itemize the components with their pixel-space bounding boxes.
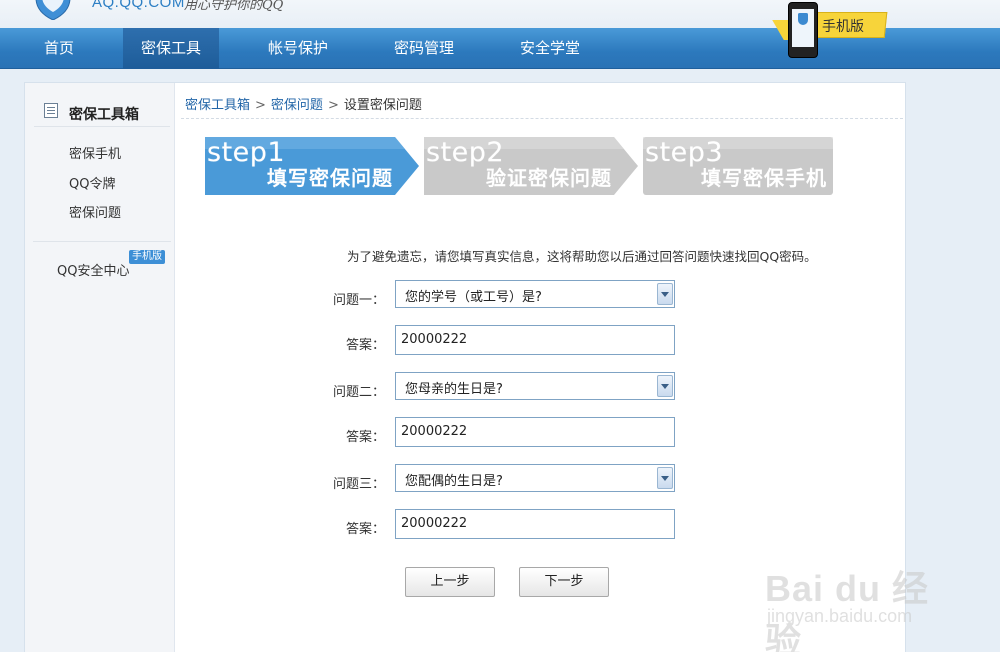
answer-1-input[interactable]: 20000222 bbox=[395, 325, 675, 355]
breadcrumb-current: 设置密保问题 bbox=[343, 98, 422, 113]
answer-2-input[interactable]: 20000222 bbox=[395, 417, 675, 447]
step-1: step1 填写密保问题 bbox=[205, 137, 421, 195]
next-step-button[interactable]: 下一步 bbox=[519, 567, 609, 597]
sidebar-item-qq-token[interactable]: QQ令牌 bbox=[69, 173, 115, 192]
nav-security-tools[interactable]: 密保工具 bbox=[123, 28, 219, 69]
mobile-badge: 手机版 bbox=[129, 250, 165, 264]
sidebar-item-security-phone[interactable]: 密保手机 bbox=[69, 143, 121, 162]
question-3-select[interactable]: 您配偶的生日是? bbox=[395, 464, 675, 492]
step-2-title: 验证密保问题 bbox=[486, 166, 612, 190]
prev-step-button[interactable]: 上一步 bbox=[405, 567, 495, 597]
breadcrumb-separator: > bbox=[327, 98, 339, 113]
question-3-selected: 您配偶的生日是? bbox=[405, 474, 503, 489]
breadcrumb-toolbox[interactable]: 密保工具箱 bbox=[185, 98, 250, 113]
breadcrumb-separator: > bbox=[255, 98, 266, 113]
baidu-watermark: Bai du 经验 jingyan.baidu.com bbox=[765, 560, 965, 652]
sidebar-item-security-question[interactable]: 密保问题 bbox=[69, 202, 121, 221]
chevron-down-icon[interactable] bbox=[657, 467, 673, 489]
nav-password-management[interactable]: 密码管理 bbox=[376, 28, 472, 69]
sidebar: 密保工具箱 密保手机 QQ令牌 密保问题 QQ安全中心 手机版 bbox=[25, 83, 175, 652]
sidebar-item-qq-security-center[interactable]: QQ安全中心 bbox=[57, 260, 129, 279]
answer-1-label: 答案： bbox=[345, 338, 385, 353]
question-2-select[interactable]: 您母亲的生日是? bbox=[395, 372, 675, 400]
breadcrumb-security-question[interactable]: 密保问题 bbox=[271, 98, 323, 113]
nav-home[interactable]: 首页 bbox=[0, 28, 118, 69]
nav-security-school[interactable]: 安全学堂 bbox=[502, 28, 598, 69]
mobile-version-link[interactable]: 手机版 bbox=[770, 2, 890, 62]
question-1-select[interactable]: 您的学号（或工号）是? bbox=[395, 280, 675, 308]
sidebar-divider bbox=[33, 241, 171, 242]
step-2: step2 验证密保问题 bbox=[424, 137, 640, 195]
sidebar-title: 密保工具箱 bbox=[69, 107, 139, 123]
step-3: step3 填写密保手机 bbox=[643, 137, 833, 195]
site-logo-text[interactable]: AQ.QQ.COM bbox=[92, 0, 185, 11]
answer-2-label: 答案： bbox=[345, 430, 385, 445]
phone-icon bbox=[788, 2, 818, 58]
chevron-down-icon[interactable] bbox=[657, 375, 673, 397]
answer-3-input[interactable]: 20000222 bbox=[395, 509, 675, 539]
question-1-label: 问题一： bbox=[332, 293, 385, 308]
shield-logo-icon[interactable] bbox=[28, 0, 78, 20]
step-1-title: 填写密保问题 bbox=[267, 166, 393, 190]
breadcrumb-divider bbox=[181, 118, 903, 119]
site-slogan: 用心守护你的QQ bbox=[184, 0, 284, 13]
question-3-label: 问题三： bbox=[332, 477, 385, 492]
question-2-label: 问题二： bbox=[332, 385, 385, 400]
answer-3-label: 答案： bbox=[345, 522, 385, 537]
sidebar-header: 密保工具箱 bbox=[34, 97, 170, 127]
question-2-selected: 您母亲的生日是? bbox=[405, 382, 503, 397]
toolbox-icon bbox=[44, 103, 58, 118]
question-1-selected: 您的学号（或工号）是? bbox=[405, 290, 542, 305]
step-3-title: 填写密保手机 bbox=[701, 166, 827, 190]
breadcrumb: 密保工具箱 > 密保问题 > 设置密保问题 bbox=[185, 94, 422, 113]
watermark-site: jingyan.baidu.com bbox=[767, 606, 913, 626]
mobile-version-label: 手机版 bbox=[822, 19, 864, 35]
nav-account-protection[interactable]: 帐号保护 bbox=[250, 28, 346, 69]
form-intro: 为了避免遗忘，请您填写真实信息，这将帮助您以后通过回答问题快速找回QQ密码。 bbox=[347, 249, 817, 264]
chevron-down-icon[interactable] bbox=[657, 283, 673, 305]
